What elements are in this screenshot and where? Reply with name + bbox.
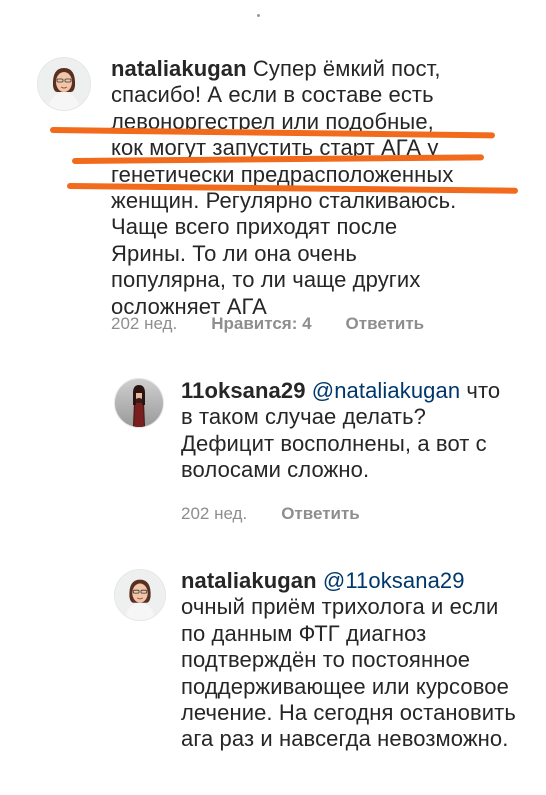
woman-standing-icon <box>115 379 163 427</box>
comment-time: 202 нед. <box>181 504 248 523</box>
top-dot <box>257 14 260 17</box>
comment-text: 11oksana29 @nataliakugan что в таком слу… <box>181 378 501 484</box>
comment-text: nataliakugan @11oksana29 очный приём три… <box>181 568 521 753</box>
reply-button[interactable]: Ответить <box>281 504 360 524</box>
comment-mention[interactable]: @11oksana29 <box>323 568 465 593</box>
woman-portrait-icon <box>38 58 90 110</box>
comment-mention[interactable]: @nataliakugan <box>312 378 460 403</box>
comment-username[interactable]: nataliakugan <box>181 568 317 593</box>
comment-likes[interactable]: Нравится: 4 <box>211 314 311 334</box>
comment-body: очный приём трихолога и если по данным Ф… <box>181 594 516 752</box>
comment-meta: 202 нед. Нравится: 4 Ответить <box>111 314 424 334</box>
reply-button[interactable]: Ответить <box>346 314 425 334</box>
comment-meta: 202 нед. Ответить <box>181 504 360 524</box>
comment-username[interactable]: nataliakugan <box>111 56 247 81</box>
avatar-11oksana29[interactable] <box>114 378 164 428</box>
avatar-nataliakugan[interactable] <box>114 569 166 621</box>
woman-portrait-icon <box>115 570 165 620</box>
comment-time: 202 нед. <box>111 314 178 333</box>
avatar-nataliakugan[interactable] <box>37 57 91 111</box>
comment-username[interactable]: 11oksana29 <box>181 378 306 403</box>
